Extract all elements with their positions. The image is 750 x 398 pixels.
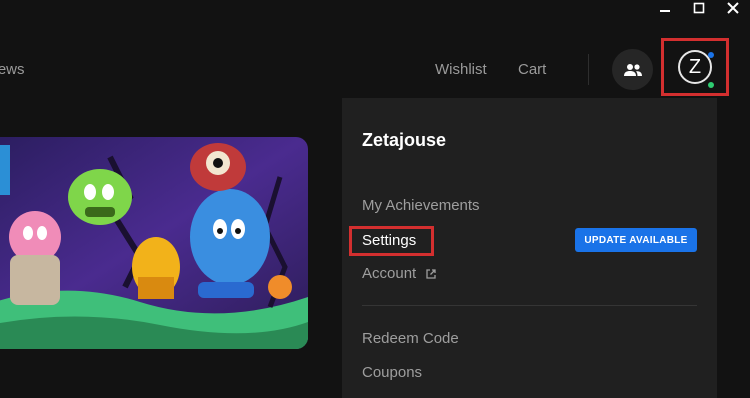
external-link-icon	[426, 269, 437, 279]
avatar-initial: Z	[688, 55, 702, 78]
minimize-icon[interactable]	[648, 0, 682, 16]
nav-news-link[interactable]: News	[0, 61, 25, 78]
profile-highlight: Z	[661, 38, 729, 96]
menu-item-account[interactable]: Account	[362, 265, 437, 282]
menu-item-coupons[interactable]: Coupons	[362, 364, 422, 381]
menu-item-my-achievements[interactable]: My Achievements	[362, 197, 480, 214]
update-available-button[interactable]: UPDATE AVAILABLE	[575, 228, 697, 252]
avatar[interactable]: Z	[678, 50, 712, 84]
menu-item-redeem-code[interactable]: Redeem Code	[362, 330, 459, 347]
username-label: Zetajouse	[362, 130, 447, 150]
friends-button[interactable]	[612, 49, 653, 90]
featured-game-banner[interactable]	[0, 137, 308, 349]
close-icon[interactable]	[716, 0, 750, 16]
menu-divider	[362, 305, 697, 306]
banner-artwork	[0, 137, 308, 349]
friends-icon	[623, 63, 642, 76]
menu-item-settings[interactable]: Settings	[362, 232, 416, 249]
nav-wishlist-link[interactable]: Wishlist	[435, 61, 487, 78]
maximize-icon[interactable]	[682, 0, 716, 16]
nav-divider	[588, 54, 589, 85]
window-controls	[648, 0, 750, 16]
notification-dot	[708, 52, 714, 58]
nav-cart-link[interactable]: Cart	[518, 61, 546, 78]
online-status-dot	[708, 82, 714, 88]
menu-item-account-label: Account	[362, 265, 417, 282]
